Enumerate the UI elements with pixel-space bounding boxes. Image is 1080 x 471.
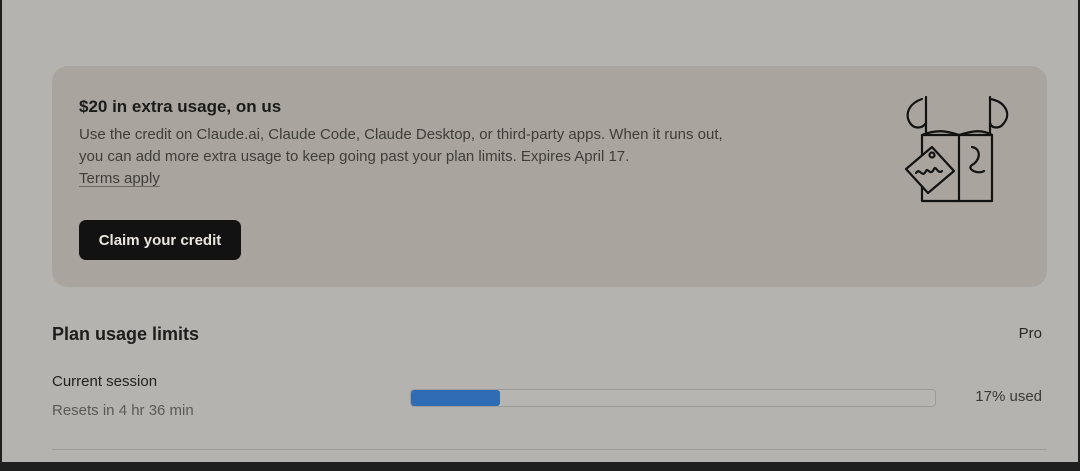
plan-usage-title: Plan usage limits — [52, 324, 200, 344]
gift-tag-illustration-icon — [892, 91, 1022, 211]
extra-usage-promo-card: $20 in extra usage, on us Use the credit… — [52, 66, 1047, 287]
promo-title: $20 in extra usage, on us — [79, 97, 282, 116]
plan-name: Pro — [1018, 325, 1042, 342]
current-session-label: Current session — [52, 373, 158, 390]
promo-description: Use the credit on Claude.ai, Claude Code… — [79, 126, 723, 165]
session-usage-progress-bar — [410, 389, 936, 407]
session-usage-percent: 17% used — [975, 388, 1042, 405]
terms-link[interactable]: Terms apply — [79, 168, 160, 190]
page-frame: $20 in extra usage, on us Use the credit… — [2, 0, 1078, 462]
session-usage-progress-fill — [411, 390, 501, 406]
claim-credit-button[interactable]: Claim your credit — [79, 220, 241, 260]
section-divider — [52, 449, 1047, 450]
session-reset-time: Resets in 4 hr 36 min — [52, 402, 194, 419]
